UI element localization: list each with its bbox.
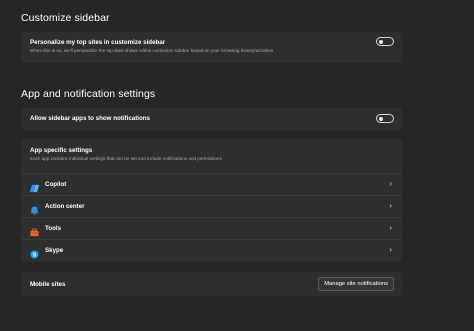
section-title-app-notification: App and notification settings bbox=[21, 88, 156, 100]
svg-text:S: S bbox=[33, 253, 37, 259]
app-specific-settings-card: App specific settings Each app contains … bbox=[21, 139, 402, 262]
chevron-right-icon: › bbox=[389, 179, 392, 188]
toggle-knob bbox=[379, 116, 383, 121]
chevron-right-icon: › bbox=[389, 201, 392, 210]
chevron-right-icon: › bbox=[389, 223, 392, 232]
app-label-skype: Skype bbox=[45, 247, 64, 254]
app-label-action-center: Action center bbox=[45, 203, 85, 210]
app-row-action-center[interactable]: Action center › bbox=[21, 195, 402, 217]
personalize-text: Personalize my top sites in customize si… bbox=[30, 39, 273, 53]
section-title-customize-sidebar: Customize sidebar bbox=[21, 12, 110, 24]
personalize-description: When this is on, we'll personalize the t… bbox=[30, 48, 274, 53]
app-specific-header: App specific settings Each app contains … bbox=[30, 147, 222, 161]
personalize-toggle[interactable] bbox=[376, 37, 394, 46]
allow-notifications-title: Allow sidebar apps to show notifications bbox=[30, 115, 150, 122]
skype-icon: S bbox=[30, 246, 39, 259]
action-center-icon bbox=[30, 202, 39, 215]
app-label-copilot: Copilot bbox=[45, 181, 67, 188]
mobile-sites-label: Mobile sites bbox=[30, 281, 66, 288]
settings-page: Customize sidebar Personalize my top sit… bbox=[0, 0, 474, 331]
allow-notifications-toggle[interactable] bbox=[376, 114, 394, 123]
mobile-sites-card: Mobile sites Manage site notifications bbox=[21, 272, 402, 296]
app-specific-description: Each app contains individual settings th… bbox=[30, 156, 222, 161]
tools-icon bbox=[30, 224, 39, 237]
app-row-tools[interactable]: Tools › bbox=[21, 217, 402, 239]
app-row-copilot[interactable]: Copilot › bbox=[21, 173, 402, 195]
personalize-title: Personalize my top sites in customize si… bbox=[30, 39, 166, 46]
chevron-right-icon: › bbox=[389, 245, 392, 254]
app-row-skype[interactable]: S Skype › bbox=[21, 239, 402, 261]
toggle-knob bbox=[379, 39, 383, 44]
app-specific-title: App specific settings bbox=[30, 147, 93, 154]
manage-site-notifications-button[interactable]: Manage site notifications bbox=[318, 277, 394, 291]
allow-notifications-card: Allow sidebar apps to show notifications bbox=[21, 108, 402, 130]
copilot-icon bbox=[30, 180, 39, 193]
personalize-top-sites-card: Personalize my top sites in customize si… bbox=[21, 32, 402, 63]
app-label-tools: Tools bbox=[45, 225, 62, 232]
